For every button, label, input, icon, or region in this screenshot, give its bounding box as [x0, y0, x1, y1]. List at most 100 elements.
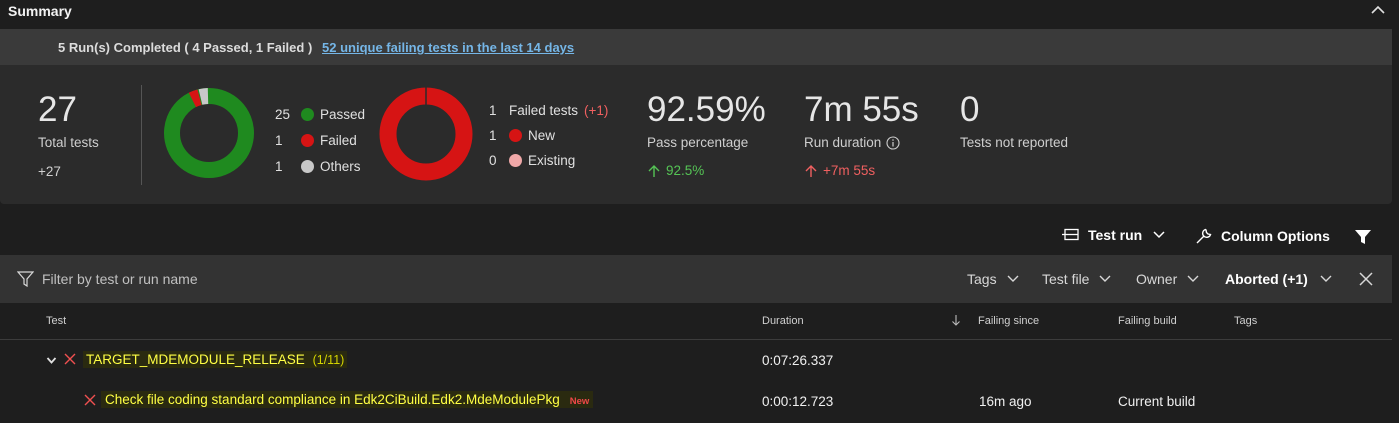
- table-row-group[interactable]: TARGET_MDEMODULE_RELEASE (1/11) 0:07:26.…: [0, 341, 1392, 381]
- filter-funnel-icon[interactable]: [1354, 229, 1372, 250]
- test-duration: 0:00:12.723: [762, 394, 834, 409]
- tests-not-reported-value: 0: [960, 90, 980, 129]
- summary-title: Summary: [8, 3, 72, 19]
- chevron-down-icon: [1187, 275, 1199, 282]
- owner-filter-label: Owner: [1136, 271, 1178, 287]
- owner-filter-dropdown[interactable]: Owner: [1136, 271, 1200, 287]
- arrow-up-icon: [805, 164, 817, 177]
- table-header: Test Duration Failing since Failing buil…: [0, 303, 1392, 340]
- run-duration-label-wrap: Run duration: [804, 135, 900, 150]
- legend-new[interactable]: 1 New: [489, 123, 608, 148]
- legend-new-count: 1: [489, 128, 497, 143]
- divider: [141, 85, 142, 185]
- tests-not-reported-label: Tests not reported: [960, 135, 1069, 150]
- run-duration-label: Run duration: [804, 135, 882, 150]
- existing-dot-icon: [509, 154, 522, 167]
- total-tests-delta: +27: [38, 164, 61, 179]
- tags-filter-dropdown[interactable]: Tags: [967, 271, 1020, 287]
- outcome-filter-dropdown[interactable]: Aborted (+1): [1225, 271, 1333, 287]
- test-name[interactable]: Check file coding standard compliance in…: [105, 392, 560, 407]
- chevron-down-icon[interactable]: [46, 356, 57, 365]
- test-run-label: Test run: [1088, 227, 1143, 243]
- test-file-filter-label: Test file: [1042, 271, 1090, 287]
- pass-percentage-label: Pass percentage: [647, 135, 749, 150]
- failed-dot-icon: [301, 133, 314, 147]
- group-duration: 0:07:26.337: [762, 353, 834, 368]
- runs-summary-bar: 5 Run(s) Completed ( 4 Passed, 1 Failed …: [0, 29, 1392, 65]
- sort-descending-icon[interactable]: [951, 314, 961, 332]
- group-name-wrap: TARGET_MDEMODULE_RELEASE (1/11): [83, 351, 348, 368]
- pass-percentage-delta: 92.5%: [647, 163, 704, 178]
- legend-failed-tests[interactable]: 1 Failed tests (+1): [489, 98, 608, 123]
- column-header-test[interactable]: Test: [46, 315, 66, 327]
- unique-failing-tests-link[interactable]: 52 unique failing tests in the last 14 d…: [322, 40, 574, 55]
- filter-search[interactable]: Filter by test or run name: [17, 271, 198, 287]
- chevron-down-icon: [1099, 275, 1111, 282]
- filter-input[interactable]: Filter by test or run name: [42, 271, 198, 287]
- wrench-icon: [1196, 228, 1212, 244]
- pass-delta-text: 92.5%: [666, 163, 705, 178]
- new-dot-icon: [509, 129, 522, 142]
- legend-new-label: New: [528, 128, 556, 143]
- arrow-up-icon: [648, 164, 660, 177]
- group-count: (1/11): [312, 353, 345, 367]
- info-icon[interactable]: [886, 135, 900, 150]
- run-duration-delta: +7m 55s: [804, 163, 875, 178]
- failed-tests-count: 1: [489, 103, 497, 118]
- legend-passed[interactable]: 25 Passed: [275, 101, 365, 127]
- chevron-up-icon[interactable]: [1368, 2, 1388, 18]
- failed-tests-legend: 1 Failed tests (+1) 1 New 0 Existing: [489, 98, 608, 173]
- chevron-down-icon: [1320, 275, 1332, 282]
- duration-delta-text: +7m 55s: [823, 163, 876, 178]
- test-file-filter-dropdown[interactable]: Test file: [1042, 271, 1112, 287]
- filter-icon: [17, 271, 34, 287]
- legend-others-label: Others: [320, 158, 361, 174]
- column-options-button[interactable]: Column Options: [1195, 227, 1330, 245]
- legend-others-count: 1: [275, 158, 283, 174]
- new-badge: New: [569, 396, 590, 407]
- column-options-label: Column Options: [1221, 228, 1330, 244]
- legend-others[interactable]: 1 Others: [275, 153, 365, 179]
- column-header-duration[interactable]: Duration: [762, 315, 804, 327]
- total-tests-label: Total tests: [38, 135, 99, 150]
- run-duration-value: 7m 55s: [804, 90, 919, 129]
- legend-failed-label: Failed: [320, 132, 357, 148]
- test-run-dropdown[interactable]: Test run: [1062, 227, 1166, 243]
- failed-tests-label: Failed tests: [509, 103, 579, 118]
- others-dot-icon: [301, 159, 314, 173]
- outcome-filter-label: Aborted (+1): [1225, 271, 1308, 287]
- column-header-failing-build[interactable]: Failing build: [1118, 315, 1177, 327]
- filter-bar: Filter by test or run name Tags Test fil…: [0, 255, 1392, 303]
- legend-passed-count: 25: [275, 106, 291, 122]
- outcome-legend: 25 Passed 1 Failed 1 Others: [275, 101, 365, 179]
- tags-filter-label: Tags: [967, 271, 997, 287]
- summary-header: Summary: [0, 0, 1399, 28]
- legend-existing-count: 0: [489, 153, 497, 168]
- chevron-down-icon: [1153, 231, 1165, 239]
- legend-passed-label: Passed: [320, 106, 366, 122]
- failed-tests-donut-chart[interactable]: [379, 87, 473, 181]
- legend-existing[interactable]: 0 Existing: [489, 148, 608, 173]
- pass-percentage-value: 92.59%: [647, 90, 766, 129]
- column-header-tags[interactable]: Tags: [1234, 315, 1257, 327]
- legend-failed-count: 1: [275, 132, 283, 148]
- chevron-down-icon: [1007, 275, 1019, 282]
- legend-existing-label: Existing: [528, 153, 576, 168]
- table-row[interactable]: Check file coding standard compliance in…: [0, 381, 1392, 423]
- column-header-failing-since[interactable]: Failing since: [978, 315, 1039, 327]
- toolbar: Test run Column Options: [0, 205, 1399, 255]
- failed-tests-delta: (+1): [584, 103, 609, 118]
- legend-failed[interactable]: 1 Failed: [275, 127, 365, 153]
- outcome-donut-chart[interactable]: [163, 87, 255, 179]
- group-by-icon: [1062, 228, 1079, 241]
- test-failing-build: Current build: [1118, 394, 1196, 409]
- failed-x-icon: [84, 394, 96, 406]
- total-tests-value: 27: [38, 90, 77, 129]
- failed-x-icon: [64, 353, 76, 365]
- group-name: TARGET_MDEMODULE_RELEASE: [86, 352, 305, 367]
- passed-dot-icon: [301, 107, 314, 121]
- test-failing-since: 16m ago: [979, 394, 1032, 409]
- runs-completed-text: 5 Run(s) Completed ( 4 Passed, 1 Failed …: [58, 40, 313, 55]
- test-name-wrap: Check file coding standard compliance in…: [101, 391, 594, 408]
- clear-filters-close-icon[interactable]: [1359, 272, 1373, 291]
